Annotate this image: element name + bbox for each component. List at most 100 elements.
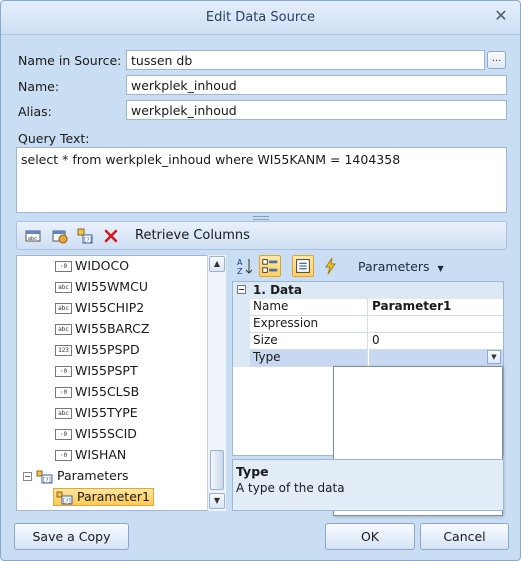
tree-column-item[interactable]: ·0 WISHAN (55, 447, 126, 465)
column-label: WI55WMCU (75, 279, 148, 294)
svg-text:[?]: [?] (63, 498, 71, 505)
svg-text:[?]: [?] (43, 477, 51, 484)
category-label: 1. Data (253, 283, 302, 297)
tree-column-item[interactable]: abc WI55TYPE (55, 405, 138, 423)
query-text-area[interactable]: select * from werkplek_inhoud where WI55… (16, 147, 507, 213)
edit-data-source-dialog: Edit Data Source ✕ Name in Source: tusse… (0, 0, 521, 561)
category-data[interactable]: − 1. Data (233, 282, 503, 299)
description-title: Type (236, 464, 269, 479)
column-label: WI55PSPT (75, 363, 138, 378)
sort-alphabetical-icon[interactable]: A Z (234, 255, 256, 277)
tree-column-item[interactable]: ·0 WI55CLSB (55, 384, 139, 402)
categorized-icon[interactable] (259, 255, 281, 277)
parameters-node[interactable]: − [?] Parameters (23, 468, 129, 486)
property-description: Type A type of the data (232, 459, 504, 511)
tree-column-item[interactable]: ·0 WI55SCID (55, 426, 137, 444)
row-gutter (233, 333, 250, 350)
scroll-thumb[interactable] (210, 450, 224, 490)
properties-icon[interactable] (292, 255, 314, 277)
parameter-label: Parameter1 (76, 489, 150, 504)
svg-text:abc: abc (28, 236, 37, 242)
property-row[interactable]: Size 0 (233, 333, 503, 350)
tree-scrollbar[interactable]: ▲ ▼ (207, 255, 226, 511)
tree-column-item[interactable]: abc WI55BARCZ (55, 321, 149, 339)
new-column-icon[interactable]: abc (25, 228, 41, 244)
column-type-icon: ·0 (55, 261, 72, 272)
alias-field[interactable]: werkplek_inhoud (126, 100, 507, 120)
retrieve-columns-button[interactable]: Retrieve Columns (135, 228, 250, 243)
parameter-icon: [?] (56, 491, 73, 505)
column-label: WIDOCO (75, 258, 130, 273)
column-type-icon: abc (55, 303, 72, 314)
property-name: Type (250, 350, 368, 367)
alias-label: Alias: (18, 104, 52, 119)
column-label: WI55SCID (75, 426, 137, 441)
column-type-icon: abc (55, 324, 72, 335)
tree-column-item[interactable]: 123 WI55PSPD (55, 342, 140, 360)
collapse-icon[interactable]: − (237, 285, 246, 294)
column-type-icon: 123 (55, 345, 72, 356)
name-label: Name: (18, 79, 60, 94)
column-type-icon: abc (55, 408, 72, 419)
parameter-item[interactable]: [?] Parameter1 (53, 488, 154, 506)
columns-tree: ·0 WIDOCO abc WI55WMCU abc WI55CHIP2 abc WI55BA… (16, 255, 226, 511)
svg-text:[?]: [?] (84, 237, 92, 244)
property-row[interactable]: Name Parameter1 (233, 299, 503, 316)
new-parameter-icon[interactable]: [?] (77, 228, 93, 244)
events-icon[interactable] (319, 255, 341, 277)
property-value[interactable] (369, 350, 503, 367)
column-label: WI55CHIP2 (75, 300, 145, 315)
title-bar[interactable]: Edit Data Source ✕ (1, 1, 520, 35)
query-text-label: Query Text: (18, 131, 90, 146)
column-type-icon: ·0 (55, 429, 72, 440)
property-name: Expression (250, 316, 368, 333)
calculated-column-icon[interactable] (52, 228, 68, 244)
parameters-folder-icon: [?] (36, 470, 53, 484)
columns-toolbar: abc [?] Retrieve Columns (16, 221, 507, 250)
close-icon[interactable]: ✕ (493, 8, 509, 24)
scroll-down-icon[interactable]: ▼ (209, 493, 225, 509)
svg-text:A: A (237, 258, 243, 267)
svg-text:Z: Z (237, 267, 243, 276)
row-gutter (233, 350, 250, 367)
column-type-icon: ·0 (55, 387, 72, 398)
name-in-source-field[interactable]: tussen db (126, 50, 485, 70)
delete-icon[interactable] (103, 228, 119, 244)
tree-column-item[interactable]: abc WI55CHIP2 (55, 300, 144, 318)
column-label: WI55TYPE (75, 405, 138, 420)
description-text: A type of the data (236, 481, 345, 495)
save-a-copy-button[interactable]: Save a Copy (14, 523, 129, 550)
splitter-handle[interactable] (253, 216, 269, 220)
column-label: WISHAN (75, 447, 127, 462)
scroll-up-icon[interactable]: ▲ (209, 256, 225, 272)
column-label: WI55PSPD (75, 342, 140, 357)
cancel-button[interactable]: Cancel (420, 523, 509, 550)
tree-column-item[interactable]: abc WI55WMCU (55, 279, 148, 297)
tree-column-item[interactable]: ·0 WIDOCO (55, 258, 129, 276)
property-value[interactable]: 0 (369, 333, 503, 350)
property-value[interactable]: Parameter1 (369, 299, 503, 316)
tree-column-item[interactable]: ·0 WI55PSPT (55, 363, 138, 381)
parameters-dropdown[interactable]: Parameters ▼ (358, 259, 444, 274)
column-type-icon: ·0 (55, 366, 72, 377)
row-gutter (233, 316, 250, 333)
property-name: Name (250, 299, 368, 316)
chevron-down-icon: ▼ (437, 264, 444, 273)
property-toolbar: A Z Parameters ▼ (232, 255, 507, 279)
property-row[interactable]: Type (233, 350, 503, 367)
row-gutter (233, 299, 250, 316)
column-label: WI55CLSB (75, 384, 140, 399)
property-row[interactable]: Expression (233, 316, 503, 333)
name-field[interactable]: werkplek_inhoud (126, 75, 507, 95)
type-dropdown-button[interactable]: ▼ (487, 350, 501, 364)
parameters-dropdown-label: Parameters (358, 259, 430, 274)
ok-button[interactable]: OK (325, 523, 415, 550)
collapse-icon[interactable]: − (23, 472, 32, 481)
column-type-icon: ·0 (55, 450, 72, 461)
column-label: WI55BARCZ (75, 321, 150, 336)
column-type-icon: abc (55, 282, 72, 293)
property-value[interactable] (369, 316, 503, 333)
window-title: Edit Data Source (205, 10, 316, 25)
property-name: Size (250, 333, 368, 350)
browse-source-button[interactable]: ... (487, 51, 506, 69)
